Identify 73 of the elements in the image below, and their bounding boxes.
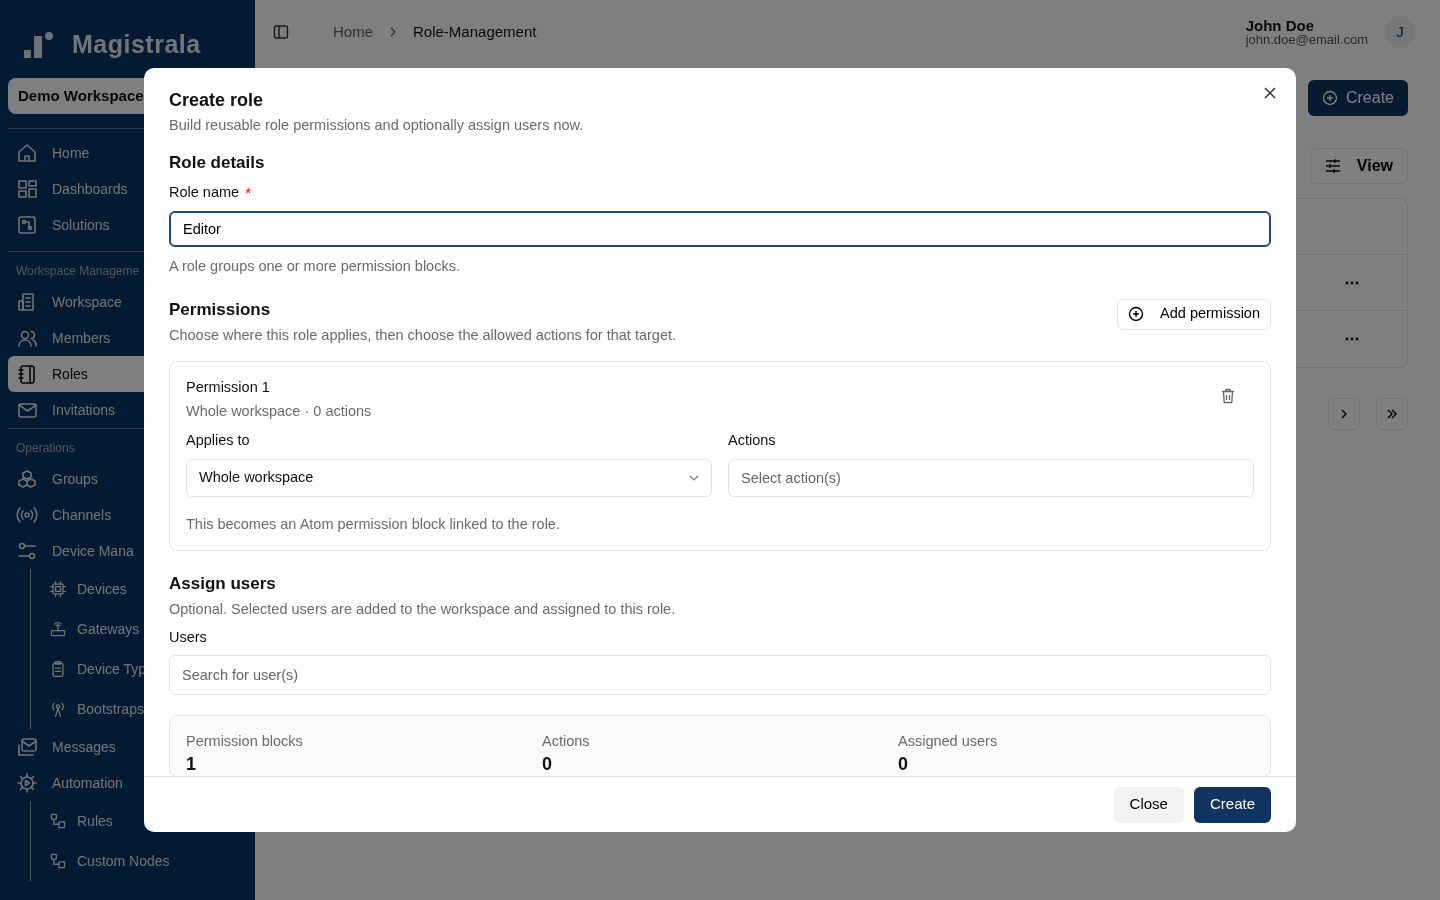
field-label: Users [169, 627, 208, 647]
user-avatar[interactable]: J [1384, 16, 1416, 48]
plus-circle-icon [1321, 90, 1338, 106]
next-page-button[interactable] [1328, 398, 1360, 430]
actions-field[interactable]: Select action(s) [728, 458, 1254, 497]
close-button[interactable]: Close [1113, 786, 1184, 823]
field-label: Actions [728, 431, 777, 451]
chevron-down-icon [689, 474, 699, 481]
applies-to-select[interactable]: Whole workspace [186, 458, 712, 497]
section-heading: Assign users [169, 573, 277, 596]
double-chevron-right-icon [1386, 409, 1398, 419]
logo-text: Magistrala [72, 29, 201, 60]
more-icon[interactable] [1345, 280, 1359, 285]
notebook-icon [16, 363, 38, 385]
section-heading: Workspace Manageme [15, 263, 141, 280]
close-icon[interactable] [1264, 87, 1276, 99]
sidebar-item[interactable]: Rules [41, 801, 121, 841]
stat-value: 1 [186, 753, 197, 776]
section-description: Choose where this role applies, then choose the allowed actions for that target. [169, 325, 676, 345]
stat-value: 0 [898, 753, 909, 776]
stat-value: 0 [542, 753, 553, 776]
more-icon[interactable] [1345, 337, 1359, 341]
users-search-field[interactable]: Search for user(s) [169, 655, 1271, 696]
sidebar-item[interactable]: Gateways [41, 609, 148, 649]
sliders-icon [1324, 159, 1341, 173]
sidebar-item[interactable]: Devices [41, 569, 135, 609]
nodes-icon [49, 812, 67, 830]
chevron-right-icon [1339, 409, 1349, 419]
section-heading: Permissions [169, 298, 272, 321]
trash-icon[interactable] [1220, 388, 1236, 405]
user-name: John Doe [1245, 18, 1315, 33]
chip-icon [49, 580, 67, 598]
router-icon [49, 620, 67, 638]
home-icon [16, 142, 38, 164]
stat-label: Assigned users [898, 732, 999, 752]
stat-label: Actions [542, 732, 591, 752]
chevron-icon [389, 27, 397, 37]
help-text: This becomes an Atom permission block linked to the role. [186, 514, 561, 534]
field-label: Role name [169, 182, 240, 202]
section-heading: Operations [15, 440, 76, 457]
view-button[interactable]: View [1309, 148, 1408, 184]
inbox-mail-icon [16, 736, 38, 758]
plus-circle-icon [1128, 306, 1145, 323]
grid-icon [16, 178, 38, 200]
user-email: john.doe@email.com [1245, 33, 1368, 46]
field-label: Applies to [186, 431, 251, 451]
stat-label: Permission blocks [186, 732, 304, 752]
sliders-icon [16, 540, 38, 562]
create-button[interactable]: Create [1307, 80, 1408, 116]
permission-summary: Whole workspace · 0 actions [186, 401, 372, 421]
dialog-title: Create role [169, 89, 264, 112]
section-heading: Role details [169, 151, 266, 174]
antenna-icon [49, 700, 67, 718]
nodes-icon [49, 852, 67, 870]
gear-icon [16, 772, 38, 794]
last-page-button[interactable] [1376, 398, 1408, 430]
breadcrumb-current: Role-Management [413, 21, 537, 42]
clipboard-icon [49, 660, 67, 678]
role-name-field[interactable]: Editor [169, 211, 1271, 248]
add-permission-button[interactable]: Add permission [1117, 298, 1271, 330]
section-description: Optional. Selected users are added to the workspace and assigned to this role. [169, 600, 677, 620]
sidebar-item[interactable]: Custom Nodes [41, 841, 178, 881]
create-button[interactable]: Create [1193, 786, 1271, 823]
dialog-subtitle: Build reusable role permissions and optionally assign users now. [169, 116, 585, 136]
required-mark: * [245, 182, 251, 203]
help-text: A role groups one or more permission blocks. [169, 257, 461, 277]
sidebar-toggle-icon[interactable] [273, 24, 289, 40]
boxes-icon [16, 468, 38, 490]
breadcrumb-link[interactable]: Home [333, 20, 373, 44]
sidebar-item[interactable]: Bootstraps [41, 689, 152, 729]
sidebar-item[interactable]: Device Mana [8, 533, 247, 569]
radio-signal-icon [16, 504, 38, 526]
flow-icon [16, 214, 38, 236]
